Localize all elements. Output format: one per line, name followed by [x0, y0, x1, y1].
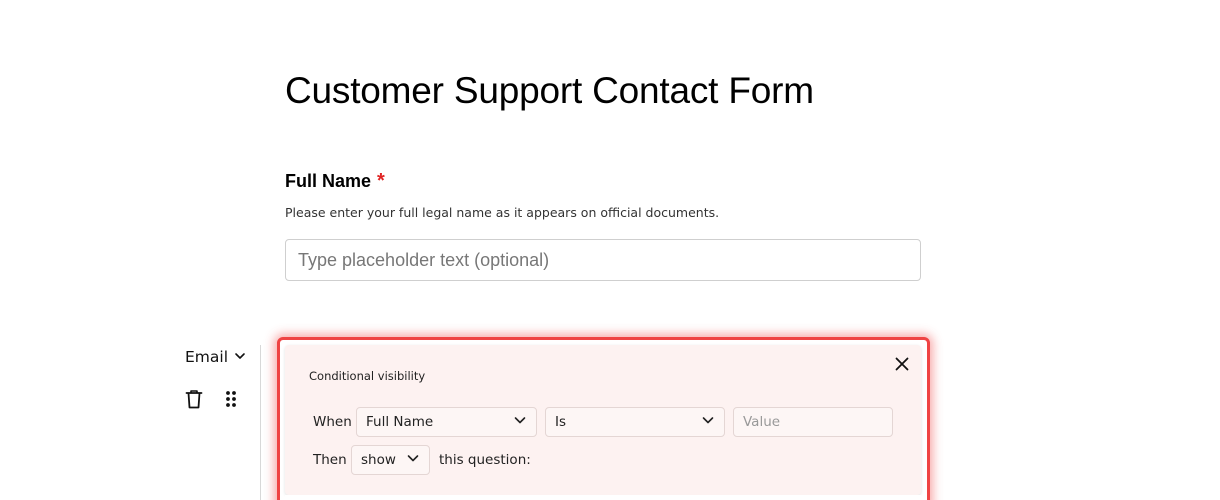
close-icon[interactable]: [892, 354, 912, 374]
form-title[interactable]: Customer Support Contact Form: [285, 70, 814, 112]
field-label[interactable]: Full Name *: [285, 170, 385, 193]
full-name-input[interactable]: [285, 239, 921, 281]
trash-icon[interactable]: [183, 387, 205, 411]
condition-value-input[interactable]: [733, 407, 893, 437]
condition-field-value: Full Name: [366, 414, 434, 430]
condition-field-select[interactable]: Full Name: [356, 407, 537, 437]
panel-title: Conditional visibility: [309, 369, 426, 383]
chevron-down-icon: [234, 348, 246, 366]
condition-operator-select[interactable]: Is: [545, 407, 725, 437]
condition-action-select[interactable]: show: [351, 445, 430, 475]
chevron-down-icon: [513, 413, 527, 431]
field-type-dropdown[interactable]: Email: [185, 348, 246, 366]
drag-handle-icon[interactable]: [220, 387, 242, 411]
condition-action-value: show: [361, 452, 396, 468]
field-type-label: Email: [185, 348, 229, 366]
then-tail-text: this question:: [439, 452, 531, 468]
form-editor: Customer Support Contact Form Full Name *…: [0, 0, 1220, 500]
field-description[interactable]: Please enter your full legal name as it …: [285, 205, 719, 220]
when-label: When: [313, 414, 352, 430]
required-indicator: *: [377, 170, 385, 192]
field-label-text: Full Name: [285, 171, 372, 191]
then-label: Then: [313, 452, 347, 468]
chevron-down-icon: [701, 413, 715, 431]
divider: [260, 345, 261, 500]
panel-footer: [285, 495, 921, 500]
chevron-down-icon: [406, 451, 420, 469]
condition-operator-value: Is: [555, 414, 567, 430]
